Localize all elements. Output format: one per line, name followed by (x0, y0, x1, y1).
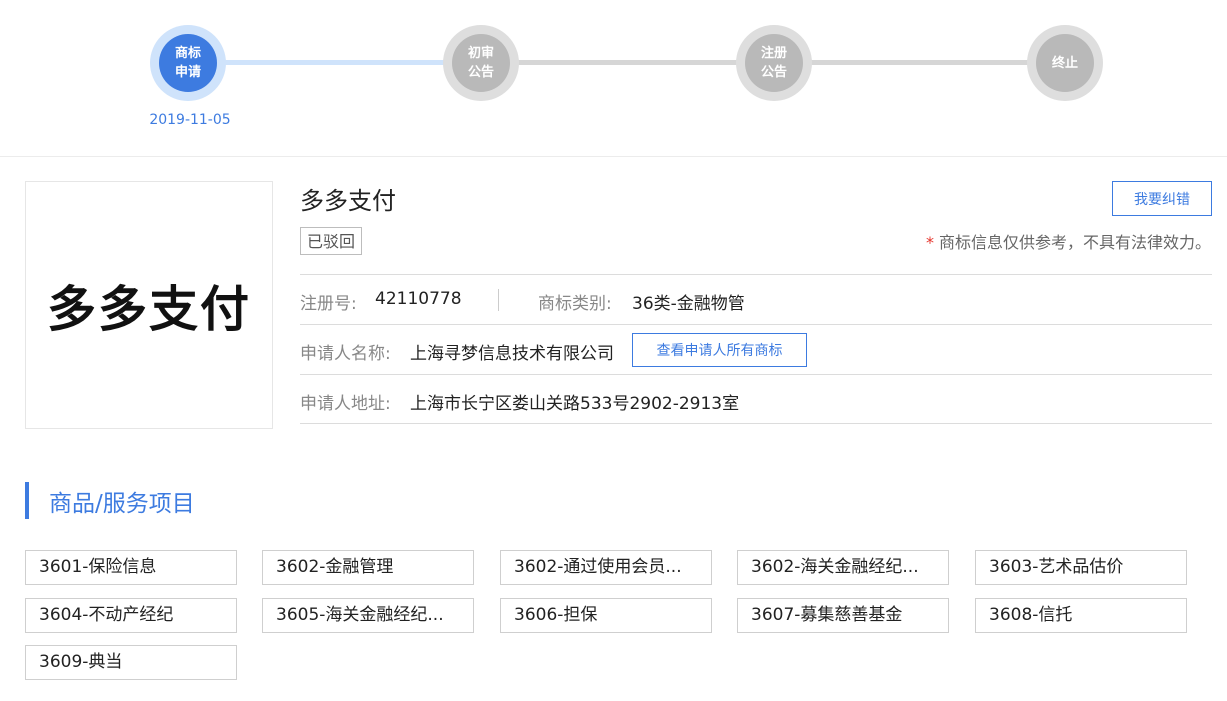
goods-item[interactable]: 3603-艺术品估价 (975, 550, 1187, 585)
goods-item[interactable]: 3602-通过使用会员... (500, 550, 712, 585)
applicant-label: 申请人名称: (300, 344, 391, 364)
trademark-name: 多多支付 (300, 187, 396, 215)
progress-steps: 商标申请 初审公告 注册公告 终止 2019-11-05 (0, 0, 1227, 157)
divider (498, 289, 499, 311)
goods-item[interactable]: 3605-海关金融经纪... (262, 598, 474, 633)
reg-no-label: 注册号: (300, 294, 357, 314)
disclaimer-text: 商标信息仅供参考，不具有法律效力。 (938, 233, 1211, 252)
required-star: * (925, 233, 934, 252)
step-termination: 终止 (1027, 25, 1103, 101)
address-label: 申请人地址: (300, 394, 391, 414)
step-label: 终止 (1051, 55, 1078, 71)
goods-item[interactable]: 3609-典当 (25, 645, 237, 680)
goods-item[interactable]: 3606-担保 (500, 598, 712, 633)
reg-no-value: 42110778 (375, 289, 462, 309)
trademark-logo-text: 多多支付 (46, 280, 251, 338)
section-accent-bar (25, 482, 29, 519)
info-row-registration: 注册号: 42110778 商标类别: 36类-金融物管 (300, 274, 1212, 324)
view-applicant-trademarks-button[interactable]: 查看申请人所有商标 (632, 333, 807, 367)
status-badge: 已驳回 (300, 227, 363, 255)
step-date: 2019-11-05 (149, 112, 231, 128)
step-registration-announcement: 注册公告 (736, 25, 812, 101)
goods-item[interactable]: 3602-金融管理 (262, 550, 474, 585)
step-preliminary-announcement: 初审公告 (443, 25, 519, 101)
trademark-logo: 多多支付 (25, 181, 273, 429)
applicant-value: 上海寻梦信息技术有限公司 (410, 344, 614, 364)
report-error-button[interactable]: 我要纠错 (1112, 181, 1212, 216)
progress-line-3 (774, 60, 1067, 65)
info-row-applicant: 申请人名称: 上海寻梦信息技术有限公司 查看申请人所有商标 (300, 324, 1212, 374)
progress-line-2 (481, 60, 774, 65)
step-application: 商标申请 (150, 25, 226, 101)
info-row-address: 申请人地址: 上海市长宁区娄山关路533号2902-2913室 (300, 374, 1212, 424)
goods-item[interactable]: 3602-海关金融经纪... (737, 550, 949, 585)
step-label: 初审公告 (467, 46, 494, 80)
goods-item[interactable]: 3604-不动产经纪 (25, 598, 237, 633)
step-label: 商标申请 (174, 46, 201, 80)
class-label: 商标类别: (538, 294, 612, 314)
section-title: 商品/服务项目 (49, 491, 195, 517)
progress-line-1 (188, 60, 481, 65)
disclaimer: * 商标信息仅供参考，不具有法律效力。 (926, 229, 1211, 253)
goods-item[interactable]: 3608-信托 (975, 598, 1187, 633)
address-value: 上海市长宁区娄山关路533号2902-2913室 (410, 394, 740, 414)
step-label: 注册公告 (760, 46, 787, 80)
class-value: 36类-金融物管 (632, 294, 745, 314)
goods-item[interactable]: 3601-保险信息 (25, 550, 237, 585)
goods-item[interactable]: 3607-募集慈善基金 (737, 598, 949, 633)
